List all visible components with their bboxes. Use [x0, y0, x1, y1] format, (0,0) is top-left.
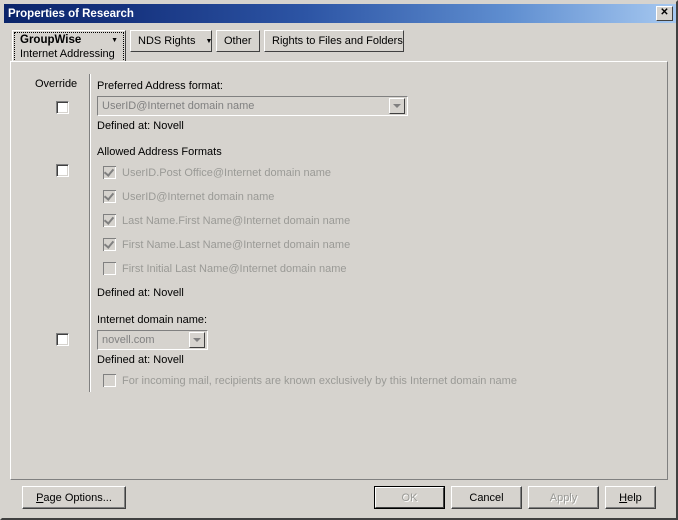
exclusive-domain-option[interactable]: For incoming mail, recipients are known …	[103, 374, 517, 387]
ok-button[interactable]: OK	[374, 486, 445, 509]
allowed-format-label-2: Last Name.First Name@Internet domain nam…	[122, 214, 351, 227]
tab-nds-rights[interactable]: NDS Rights ▼	[130, 30, 212, 52]
allowed-format-label-1: UserID@Internet domain name	[122, 190, 275, 203]
chevron-down-icon[interactable]: ▼	[101, 37, 118, 44]
override-checkbox-internet-domain[interactable]	[56, 333, 69, 346]
allowed-format-item-2[interactable]: Last Name.First Name@Internet domain nam…	[103, 214, 350, 227]
close-glyph: ✕	[660, 6, 669, 18]
override-column-header: Override	[35, 78, 78, 90]
window-title: Properties of Research	[8, 7, 134, 20]
checkbox-checked-icon[interactable]	[103, 166, 116, 179]
checkbox-checked-icon[interactable]	[103, 238, 116, 251]
allowed-address-formats-label: Allowed Address Formats	[97, 146, 222, 158]
checkbox-checked-icon[interactable]	[103, 190, 116, 203]
button-bar: Page Options... OK Cancel Apply Help	[10, 486, 668, 514]
internet-domain-name-dropdown[interactable]: novell.com	[97, 330, 208, 350]
allowed-format-label-3: First Name.Last Name@Internet domain nam…	[122, 238, 351, 251]
checkbox-unchecked-icon[interactable]	[103, 262, 116, 275]
tab-groupwise-label: GroupWise	[20, 34, 82, 46]
help-accel: H	[619, 491, 628, 504]
tab-strip: GroupWise ▼ Internet Addressing NDS Righ…	[12, 30, 672, 64]
tab-groupwise-focus: GroupWise ▼ Internet Addressing	[14, 32, 124, 62]
preferred-address-format-defined-at: Defined at: Novell	[97, 120, 184, 132]
apply-button-label: Apply	[549, 491, 578, 504]
vertical-separator	[89, 74, 91, 392]
preferred-address-format-label: Preferred Address format:	[97, 80, 223, 92]
tab-other[interactable]: Other	[216, 30, 260, 52]
help-button[interactable]: Help	[605, 486, 656, 509]
chevron-down-icon[interactable]	[189, 332, 205, 348]
allowed-format-label-0: UserID.Post Office@Internet domain name	[122, 166, 332, 179]
chevron-down-icon[interactable]: ▼	[195, 38, 212, 45]
allowed-format-item-0[interactable]: UserID.Post Office@Internet domain name	[103, 166, 331, 179]
allowed-format-label-4: First Initial Last Name@Internet domain …	[122, 262, 347, 275]
tab-groupwise[interactable]: GroupWise ▼ Internet Addressing	[12, 30, 126, 64]
override-checkbox-preferred-format[interactable]	[56, 101, 69, 114]
internet-domain-name-label: Internet domain name:	[97, 314, 208, 326]
chevron-down-icon[interactable]	[389, 98, 405, 114]
title-bar[interactable]: Properties of Research ✕	[4, 4, 676, 23]
exclusive-domain-option-label: For incoming mail, recipients are known …	[122, 374, 517, 387]
cancel-button-label: Cancel	[469, 491, 504, 504]
help-button-label: elp	[627, 491, 642, 504]
internet-domain-name-value: novell.com	[102, 334, 155, 346]
tab-rights-to-files-and-folders[interactable]: Rights to Files and Folders	[264, 30, 404, 52]
page-options-accel: P	[36, 491, 44, 504]
allowed-format-item-3[interactable]: First Name.Last Name@Internet domain nam…	[103, 238, 350, 251]
ok-button-label: OK	[401, 491, 418, 504]
ok-button-inner: OK	[375, 487, 444, 508]
preferred-address-format-dropdown[interactable]: UserID@Internet domain name	[97, 96, 408, 116]
cancel-button[interactable]: Cancel	[451, 486, 522, 509]
allowed-format-item-1[interactable]: UserID@Internet domain name	[103, 190, 274, 203]
internet-domain-name-defined-at: Defined at: Novell	[97, 354, 184, 366]
page-options-label: age Options...	[43, 491, 112, 504]
tab-groupwise-sublabel: Internet Addressing	[20, 48, 115, 60]
content-panel: Override Preferred Address format: UserI…	[10, 61, 668, 480]
tab-nds-rights-label: NDS Rights	[138, 35, 196, 47]
preferred-address-format-value: UserID@Internet domain name	[102, 100, 255, 112]
override-checkbox-allowed-formats[interactable]	[56, 164, 69, 177]
apply-button[interactable]: Apply	[528, 486, 599, 509]
properties-dialog-window: Properties of Research ✕ GroupWise ▼ Int…	[0, 0, 678, 520]
close-icon[interactable]: ✕	[656, 6, 673, 21]
allowed-address-formats-defined-at: Defined at: Novell	[97, 287, 184, 299]
tab-other-label: Other	[224, 35, 252, 47]
allowed-format-item-4[interactable]: First Initial Last Name@Internet domain …	[103, 262, 347, 275]
tab-groupwise-line1: GroupWise ▼	[15, 33, 123, 47]
checkbox-checked-icon[interactable]	[103, 214, 116, 227]
page-options-button[interactable]: Page Options...	[22, 486, 126, 509]
checkbox-unchecked-icon[interactable]	[103, 374, 116, 387]
tab-rights-label: Rights to Files and Folders	[272, 35, 403, 47]
